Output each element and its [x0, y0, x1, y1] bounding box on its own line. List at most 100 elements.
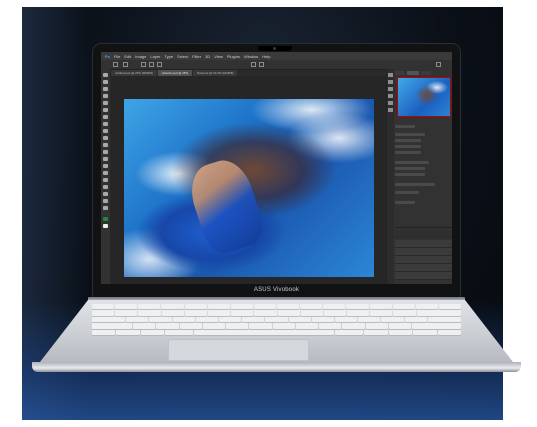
key[interactable] [172, 316, 195, 323]
key[interactable] [156, 323, 179, 329]
backspace-key[interactable] [416, 310, 461, 316]
key[interactable] [415, 304, 438, 310]
property-field[interactable] [395, 173, 425, 176]
move-tool-icon[interactable] [113, 62, 118, 67]
key[interactable] [115, 310, 138, 316]
key[interactable] [370, 310, 393, 316]
menu-item-edit[interactable]: Edit [124, 54, 131, 59]
brush-icon[interactable] [388, 94, 393, 98]
key[interactable] [184, 304, 207, 310]
key[interactable] [115, 304, 138, 310]
property-field[interactable] [395, 161, 429, 164]
foreground-color-swatch[interactable] [103, 217, 108, 221]
eraser-tool-icon[interactable] [103, 143, 108, 147]
key[interactable] [242, 316, 265, 323]
property-field[interactable] [395, 139, 421, 142]
key[interactable] [347, 310, 370, 316]
key[interactable] [404, 316, 427, 323]
menu-item-file[interactable]: File [114, 54, 120, 59]
color-icon[interactable] [388, 80, 393, 84]
key[interactable] [388, 323, 412, 329]
key[interactable] [323, 310, 347, 316]
arrow-left-key[interactable] [388, 329, 413, 335]
arrow-updown-key[interactable] [413, 329, 437, 335]
transform-icon[interactable] [259, 62, 264, 67]
key[interactable] [319, 323, 342, 329]
key[interactable] [365, 323, 388, 329]
key[interactable] [277, 304, 300, 310]
key[interactable] [138, 310, 161, 316]
type-tool-icon[interactable] [103, 178, 108, 182]
key[interactable] [133, 323, 156, 329]
menu-item-3d[interactable]: 3D [205, 54, 210, 59]
key[interactable] [288, 316, 311, 323]
property-field[interactable] [395, 145, 421, 148]
key[interactable] [323, 304, 346, 310]
key[interactable] [219, 316, 242, 323]
menu-item-help[interactable]: Help [262, 54, 270, 59]
key[interactable] [342, 323, 365, 329]
menu-item-layer[interactable]: Layer [150, 54, 160, 59]
key[interactable] [393, 310, 416, 316]
key[interactable] [207, 310, 231, 316]
layer-row[interactable] [395, 256, 452, 264]
key[interactable] [277, 310, 300, 316]
key[interactable] [334, 316, 358, 323]
key[interactable] [179, 323, 202, 329]
alt-key[interactable] [165, 329, 194, 335]
zoom-tool-icon[interactable] [103, 206, 108, 210]
align-icon[interactable] [157, 62, 162, 67]
key[interactable] [427, 316, 461, 323]
background-color-swatch[interactable] [103, 224, 108, 228]
crop-tool-icon[interactable] [103, 101, 108, 105]
key[interactable] [230, 304, 253, 310]
property-field[interactable] [395, 201, 415, 204]
key[interactable] [226, 323, 249, 329]
menu-item-select[interactable]: Select [177, 54, 188, 59]
property-field[interactable] [395, 133, 425, 136]
eyedropper-tool-icon[interactable] [103, 108, 108, 112]
tab-histogram[interactable] [395, 70, 405, 75]
key[interactable] [311, 316, 334, 323]
clone-stamp-icon[interactable] [103, 129, 108, 133]
quick-select-tool-icon[interactable] [103, 94, 108, 98]
shape-tool-icon[interactable] [103, 192, 108, 196]
hand-tool-icon[interactable] [103, 199, 108, 203]
healing-brush-icon[interactable] [103, 115, 108, 119]
transform-icon[interactable] [251, 62, 256, 67]
property-field[interactable] [395, 151, 421, 154]
menu-item-image[interactable]: Image [135, 54, 146, 59]
property-field[interactable] [395, 167, 425, 170]
key[interactable] [184, 310, 207, 316]
key[interactable] [161, 310, 184, 316]
menu-item-plugins[interactable]: Plugins [227, 54, 240, 59]
history-brush-icon[interactable] [103, 136, 108, 140]
key[interactable] [207, 304, 230, 310]
ctrl-key[interactable] [92, 329, 116, 335]
key[interactable] [149, 316, 172, 323]
touchpad[interactable] [168, 339, 309, 361]
key[interactable] [202, 323, 226, 329]
align-icon[interactable] [149, 62, 154, 67]
menu-item-filter[interactable]: Filter [192, 54, 201, 59]
dodge-tool-icon[interactable] [103, 164, 108, 168]
layers-tabs[interactable] [395, 230, 452, 238]
menu-item-view[interactable]: View [214, 54, 223, 59]
key[interactable] [126, 316, 149, 323]
type-icon[interactable] [388, 101, 393, 105]
key[interactable] [300, 304, 323, 310]
marquee-tool-icon[interactable] [103, 80, 108, 84]
key[interactable] [392, 304, 415, 310]
history-icon[interactable] [388, 73, 393, 77]
key[interactable] [253, 304, 276, 310]
key[interactable] [249, 323, 272, 329]
align-icon[interactable] [141, 62, 146, 67]
key[interactable] [195, 316, 219, 323]
windows-key[interactable] [140, 329, 165, 335]
property-field[interactable] [395, 183, 435, 186]
key[interactable] [369, 304, 392, 310]
alt-key[interactable] [335, 329, 364, 335]
key[interactable] [272, 323, 295, 329]
tab-navigator[interactable] [407, 70, 419, 75]
property-field[interactable] [395, 191, 419, 194]
